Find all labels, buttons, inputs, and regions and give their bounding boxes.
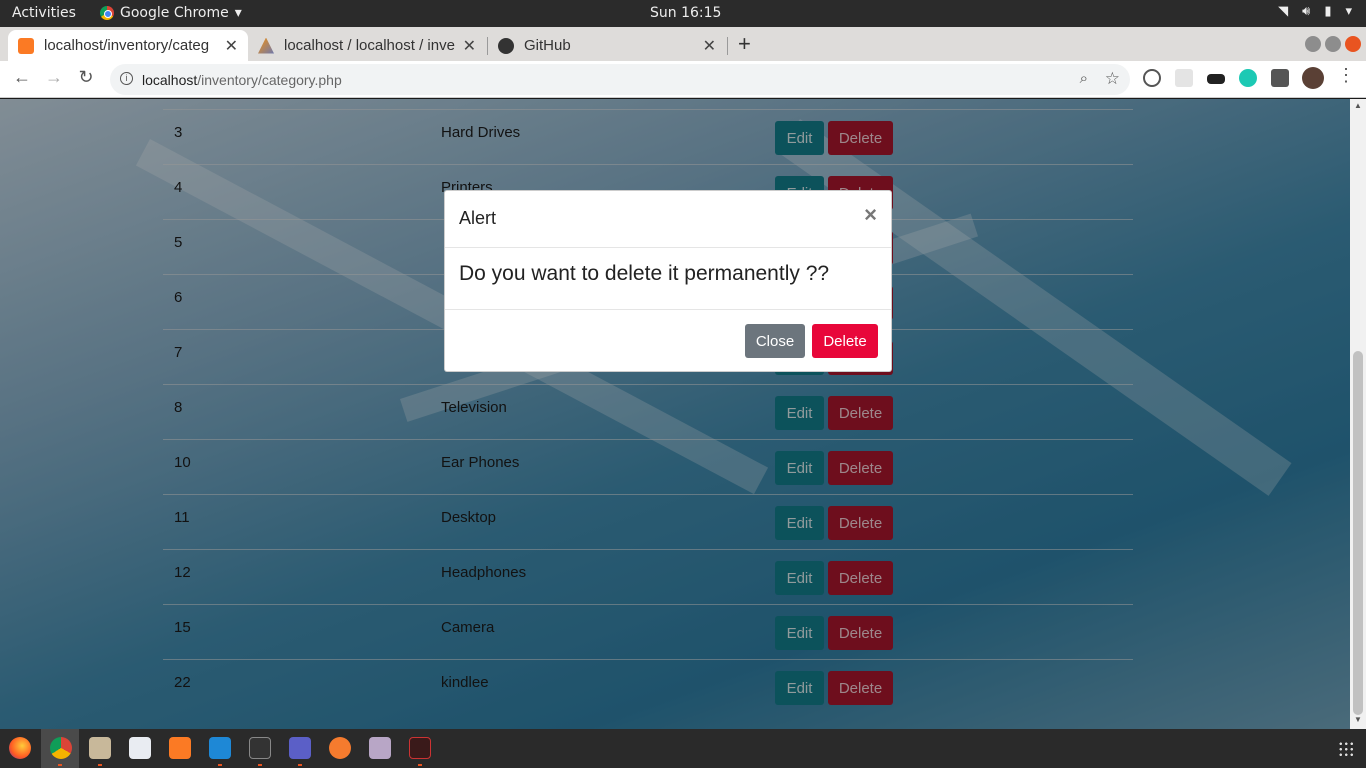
tab-strip: localhost/inventory/categ ✕ localhost / …: [0, 27, 1366, 61]
scroll-up-icon[interactable]: ▲: [1354, 101, 1362, 110]
vscode-icon[interactable]: [209, 737, 231, 759]
new-tab-button[interactable]: +: [738, 31, 751, 57]
taskbar-dock: [0, 729, 1366, 768]
puzzle-icon[interactable]: [1271, 69, 1289, 87]
url-path: /inventory/category.php: [197, 72, 342, 88]
tab-separator: [727, 37, 728, 55]
tab-title: GitHub: [524, 37, 571, 54]
browser-toolbar: ← → ↻ i localhost/inventory/category.php…: [0, 61, 1366, 98]
files-icon[interactable]: [89, 737, 111, 759]
bookmark-star-icon[interactable]: ☆: [1105, 69, 1120, 89]
delete-confirm-modal: Alert × Do you want to delete it permane…: [444, 190, 892, 372]
running-indicator: [218, 764, 222, 766]
volume-icon: 🔊︎: [1302, 4, 1311, 19]
scroll-down-icon[interactable]: ▼: [1354, 715, 1362, 724]
chrome-icon[interactable]: [50, 737, 72, 759]
tab-title: localhost/inventory/categ: [44, 37, 210, 54]
confirm-delete-button[interactable]: Delete: [812, 324, 878, 358]
window-controls: [1305, 36, 1361, 52]
document-viewer-icon[interactable]: [129, 737, 151, 759]
tab-github[interactable]: GitHub ✕: [488, 30, 726, 61]
chevron-down-icon: ▾: [234, 5, 242, 21]
running-indicator: [98, 764, 102, 766]
activities-button[interactable]: Activities: [12, 5, 76, 21]
github-icon: [498, 37, 514, 54]
chevron-down-icon: ▾: [1345, 4, 1352, 19]
forward-arrow-icon[interactable]: →: [42, 67, 66, 88]
extension-icon[interactable]: [1143, 69, 1161, 87]
modal-title: Alert: [459, 208, 497, 228]
modal-body: Do you want to delete it permanently ??: [445, 248, 891, 310]
wifi-icon: ◥: [1278, 4, 1289, 19]
chrome-icon: [100, 6, 114, 20]
close-icon[interactable]: ×: [864, 204, 877, 226]
terminal-icon[interactable]: [249, 737, 271, 759]
phpmyadmin-icon: [258, 37, 274, 54]
running-indicator: [258, 764, 262, 766]
battery-icon: ▮: [1324, 4, 1332, 19]
close-tab-icon[interactable]: ✕: [225, 36, 238, 56]
tab-title: localhost / localhost / inve: [284, 37, 455, 54]
xampp-icon: [18, 37, 34, 54]
running-indicator: [418, 764, 422, 766]
m-extension-icon[interactable]: [1239, 69, 1257, 87]
firefox-icon[interactable]: [9, 737, 31, 759]
close-tab-icon[interactable]: ✕: [463, 36, 476, 56]
info-icon[interactable]: i: [120, 72, 133, 85]
system-tray[interactable]: ◥ 🔊︎ ▮ ▾: [1278, 4, 1352, 19]
maximize-icon[interactable]: [1325, 36, 1341, 52]
tab-inventory-category[interactable]: localhost/inventory/categ ✕: [8, 30, 248, 61]
system-top-bar: Activities Google Chrome ▾ Sun 16:15 ◥ 🔊…: [0, 0, 1366, 27]
avatar[interactable]: [1302, 67, 1324, 89]
kebab-menu-icon[interactable]: ⋮: [1334, 65, 1358, 86]
page-scrollbar[interactable]: ▲ ▼: [1350, 99, 1366, 729]
back-arrow-icon[interactable]: ←: [10, 67, 34, 88]
close-tab-icon[interactable]: ✕: [703, 36, 716, 56]
url-host: localhost: [142, 72, 198, 88]
reload-icon[interactable]: ↻: [74, 67, 98, 88]
tab-phpmyadmin[interactable]: localhost / localhost / inve ✕: [248, 30, 486, 61]
address-bar[interactable]: i localhost/inventory/category.php ⌕ ☆: [110, 64, 1130, 95]
postman-icon[interactable]: [329, 737, 351, 759]
teams-icon[interactable]: [289, 737, 311, 759]
running-indicator: [298, 764, 302, 766]
close-window-icon[interactable]: [1345, 36, 1361, 52]
url-text[interactable]: localhost/inventory/category.php: [142, 72, 342, 88]
scrollbar-thumb[interactable]: [1353, 351, 1363, 715]
app-menu[interactable]: Google Chrome ▾: [100, 5, 242, 21]
database-icon[interactable]: [369, 737, 391, 759]
close-button[interactable]: Close: [745, 324, 805, 358]
app-menu-label: Google Chrome: [120, 5, 229, 21]
xampp-icon[interactable]: [169, 737, 191, 759]
running-indicator: [58, 764, 62, 766]
modal-footer: Close Delete: [445, 310, 891, 372]
screen-recorder-icon[interactable]: [409, 737, 431, 759]
modal-header: Alert ×: [445, 191, 891, 248]
zoom-icon[interactable]: ⌕: [1080, 70, 1088, 87]
clock[interactable]: Sun 16:15: [650, 5, 721, 21]
modal-message: Do you want to delete it permanently ??: [459, 262, 830, 285]
extension-icon[interactable]: [1175, 69, 1193, 87]
incognito-extension-icon[interactable]: [1207, 74, 1225, 84]
minimize-icon[interactable]: [1305, 36, 1321, 52]
show-applications-icon[interactable]: [1338, 741, 1354, 757]
